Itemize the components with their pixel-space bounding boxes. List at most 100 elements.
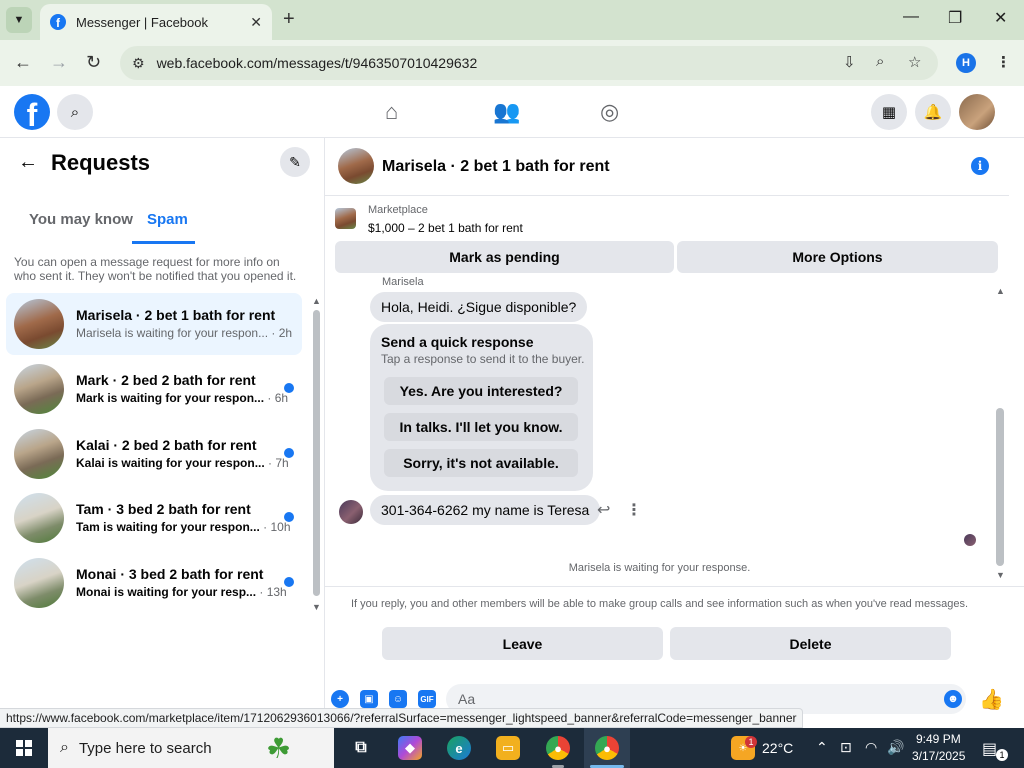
url-text: web.facebook.com/messages/t/946350701042… [156,55,478,71]
thread-avatar [14,364,64,414]
minimize-icon[interactable]: — [903,8,919,26]
chat-avatar[interactable] [338,148,374,184]
back-icon[interactable]: ← [14,52,32,73]
tab-search-chevron-icon[interactable]: ▼ [6,7,32,33]
tab-you-may-know[interactable]: You may know [29,211,133,228]
active-tab-indicator [132,241,195,244]
forward-icon[interactable]: → [50,52,68,73]
install-app-icon[interactable]: ⇩ [843,53,856,71]
chat-scrollbar[interactable] [996,408,1004,566]
quick-response-sorry-button[interactable]: Sorry, it's not available. [384,449,578,477]
tab-spam[interactable]: Spam [147,211,188,228]
reply-icon[interactable]: ↩ [597,500,610,520]
conversation-info-icon[interactable]: i [971,157,989,175]
thread-avatar [14,493,64,543]
zoom-icon[interactable]: ⌕ [876,53,884,70]
thread-avatar [14,429,64,479]
thread-item[interactable]: Marisela · 2 bet 1 bath for rent Marisel… [6,293,302,355]
quick-response-yes-button[interactable]: Yes. Are you interested? [384,377,578,405]
request-actions: If you reply, you and other members will… [325,586,1024,714]
notification-count-badge: 1 [996,749,1008,761]
thread-snippet: Kalai is waiting for your respon... · 7h [76,456,289,470]
quick-response-talks-button[interactable]: In talks. I'll let you know. [384,413,578,441]
compose-edit-icon[interactable]: ✎ [280,147,310,177]
wifi-icon[interactable]: ◠ [865,739,877,756]
browser-profile-avatar[interactable]: H [956,53,976,73]
meet-now-icon[interactable]: ⊡ [840,739,852,756]
add-attachment-icon[interactable]: + [331,690,349,708]
search-icon: ⌕ [60,739,69,756]
edge-browser-icon[interactable]: e [447,736,471,760]
unread-dot [284,448,294,458]
sender-avatar[interactable] [339,500,363,524]
message-bubble[interactable]: 301-364-6262 my name is Teresa [370,495,601,525]
mark-as-pending-button[interactable]: Mark as pending [335,241,674,273]
delete-button[interactable]: Delete [670,627,951,660]
show-hidden-icons-icon[interactable]: ⌃ [816,739,828,756]
thread-name: Kalai · 2 bed 2 bath for rent [76,437,257,453]
clock-date[interactable]: 3/17/2025 [912,749,965,763]
emoji-icon[interactable]: ☻ [944,690,962,708]
gif-icon[interactable]: GIF [418,690,436,708]
back-arrow-icon[interactable]: ← [18,151,38,174]
thread-list-scrollbar[interactable] [313,310,320,596]
photo-icon[interactable]: ▣ [360,690,378,708]
notifications-bell-icon[interactable]: 🔔 [915,94,951,130]
chrome-icon[interactable]: ● [546,736,570,760]
scroll-down-arrow-icon[interactable]: ▼ [312,602,321,612]
chrome-menu-icon[interactable]: ⋮ [996,53,1011,71]
thread-item[interactable]: Kalai · 2 bed 2 bath for rent Kalai is w… [6,423,302,485]
chat-scroll-down-icon[interactable]: ▼ [996,570,1005,580]
sticker-icon[interactable]: ☺ [389,690,407,708]
thumbs-up-icon[interactable]: 👍 [979,687,1004,712]
browser-tab-messenger[interactable]: f Messenger | Facebook ✕ [40,4,272,40]
site-info-icon[interactable]: ⚙ [132,55,145,72]
facebook-favicon-icon: f [50,14,66,30]
link-status-bar: https://www.facebook.com/marketplace/ite… [0,708,804,728]
quick-response-subtitle: Tap a response to send it to the buyer. [381,352,585,366]
url-omnibox[interactable]: ⚙ web.facebook.com/messages/t/9463507010… [120,46,938,80]
leave-button[interactable]: Leave [382,627,663,660]
file-explorer-icon[interactable]: ▭ [496,736,520,760]
thread-name: Tam · 3 bed 2 bath for rent [76,501,251,517]
volume-icon[interactable]: 🔊 [887,739,904,756]
fb-search-icon[interactable]: ⌕ [57,94,93,130]
copilot-icon[interactable]: ◆ [398,736,422,760]
tab-close-icon[interactable]: ✕ [250,14,262,31]
thread-item[interactable]: Monai · 3 bed 2 bath for rent Monai is w… [6,552,302,614]
listing-thumbnail[interactable] [335,208,356,229]
thread-name: Monai · 3 bed 2 bath for rent [76,566,264,582]
message-more-icon[interactable]: ⋮ [626,500,642,520]
reply-notice: If you reply, you and other members will… [351,598,968,610]
thread-item[interactable]: Mark · 2 bed 2 bath for rent Mark is wai… [6,358,302,420]
windows-start-icon[interactable] [16,740,32,756]
chat-title[interactable]: Marisela · 2 bet 1 bath for rent [382,158,610,176]
unread-dot [284,512,294,522]
reload-icon[interactable]: ↻ [86,52,101,73]
scroll-up-arrow-icon[interactable]: ▲ [312,296,321,306]
listing-price-title[interactable]: $1,000 – 2 bet 1 bath for rent [368,221,523,235]
menu-grid-icon[interactable]: ▦ [871,94,907,130]
thread-item[interactable]: Tam · 3 bed 2 bath for rent Tam is waiti… [6,487,302,549]
groups-icon[interactable]: ◎ [600,99,619,125]
friends-icon[interactable]: 👥 [493,99,520,125]
new-tab-icon[interactable]: + [283,8,295,31]
more-options-button[interactable]: More Options [677,241,998,273]
facebook-logo-icon[interactable]: f [14,94,50,130]
notification-center-icon[interactable]: ▤ [982,739,997,759]
windows-taskbar: ⌕ Type here to search ☘ ⧉ ◆ e ▭ ● ● ☀ 1 … [0,728,1024,768]
restore-icon[interactable]: ❐ [948,8,962,28]
thread-avatar [14,558,64,608]
chrome-profile-icon[interactable]: ● [595,736,619,760]
sender-name: Marisela [382,276,424,288]
account-avatar[interactable] [959,94,995,130]
chat-scroll-up-icon[interactable]: ▲ [996,286,1005,296]
home-icon[interactable]: ⌂ [385,99,398,125]
message-bubble[interactable]: Hola, Heidi. ¿Sigue disponible? [370,292,588,322]
window-close-icon[interactable]: ✕ [994,8,1007,28]
weather-temperature[interactable]: 22°C [762,740,793,756]
bookmark-star-icon[interactable]: ☆ [908,53,921,71]
browser-address-bar: ← → ↻ ⚙ web.facebook.com/messages/t/9463… [0,40,1024,86]
task-view-icon[interactable]: ⧉ [349,736,373,760]
clock-time[interactable]: 9:49 PM [916,732,961,746]
